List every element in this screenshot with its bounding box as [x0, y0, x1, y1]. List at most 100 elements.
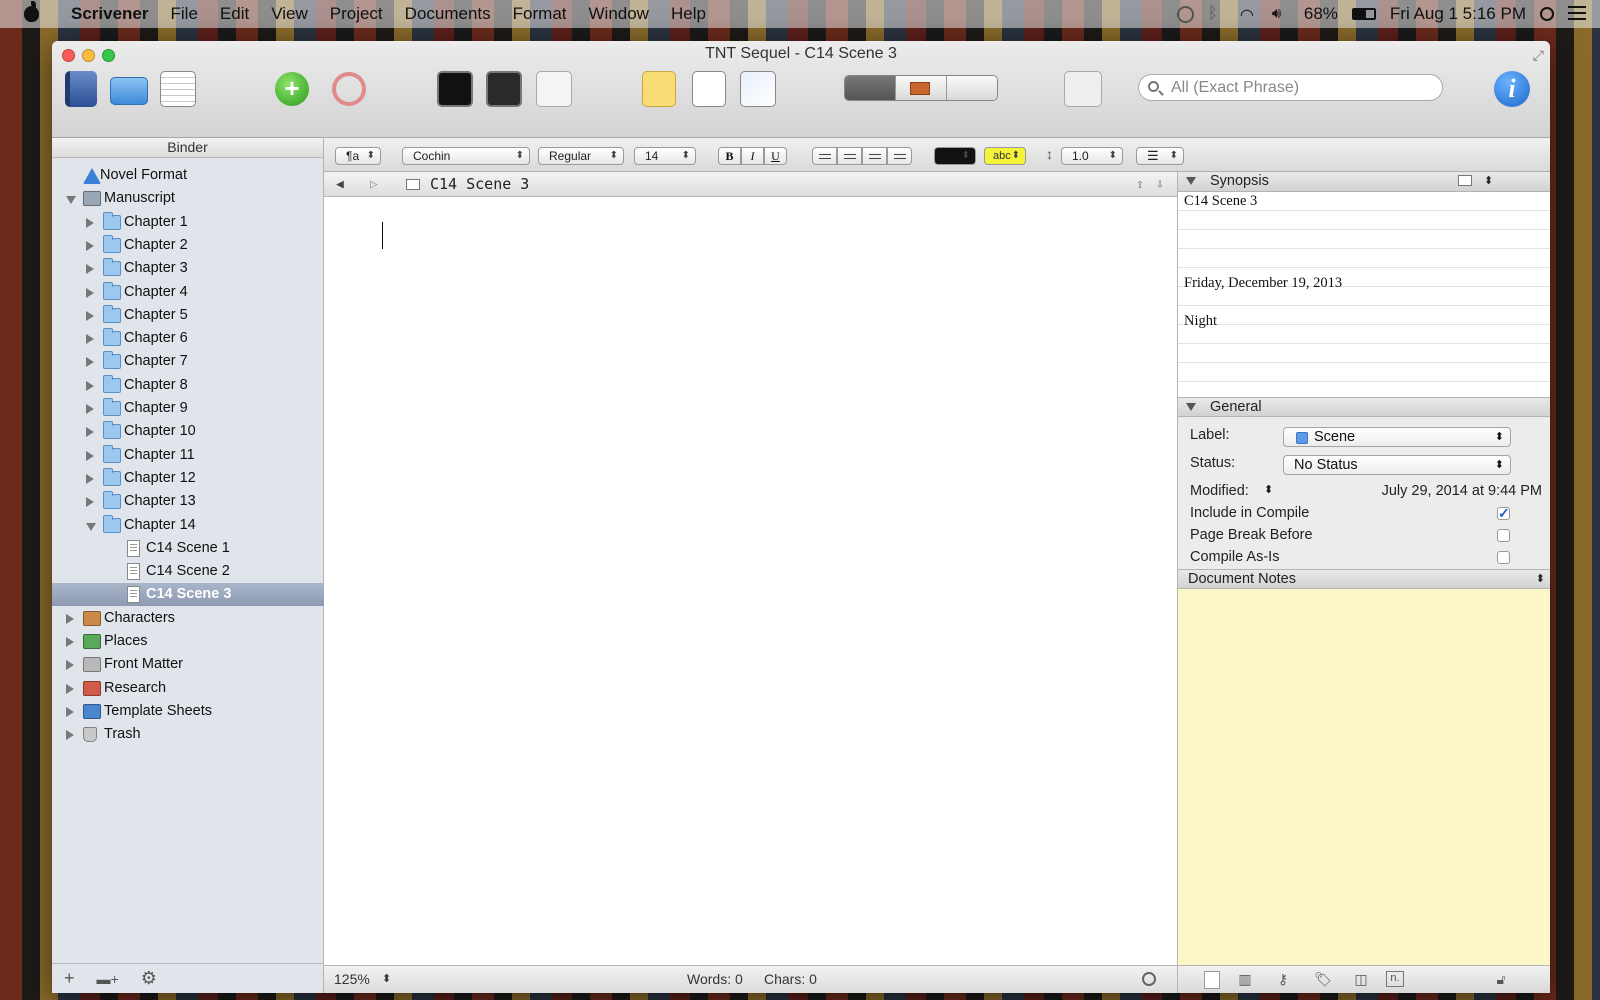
- binder-settings-gear-icon[interactable]: ⚙︎: [141, 968, 157, 989]
- corkboard-view-button[interactable]: [895, 76, 946, 100]
- disclosure-triangle-icon[interactable]: [86, 310, 94, 321]
- status-popup[interactable]: No Status: [1283, 455, 1511, 475]
- binder-item-chapter-11[interactable]: Chapter 11: [52, 444, 324, 467]
- fullscreen-icon[interactable]: ⤢: [1533, 47, 1544, 64]
- delete-document-button[interactable]: [332, 72, 366, 106]
- editor-document-title[interactable]: C14 Scene 3: [430, 172, 529, 197]
- bold-button[interactable]: B: [718, 147, 741, 165]
- back-arrow-icon[interactable]: ◀: [336, 172, 344, 197]
- snapshots-tab-icon[interactable]: ◫: [1350, 971, 1372, 989]
- time-machine-icon[interactable]: [1176, 5, 1194, 23]
- collections-folder-icon[interactable]: [110, 77, 148, 105]
- synopsis-stepper-icon[interactable]: ⬍: [1484, 172, 1493, 190]
- compile-as-is-checkbox[interactable]: [1497, 551, 1510, 564]
- menu-documents[interactable]: Documents: [394, 4, 502, 24]
- disclosure-triangle-icon[interactable]: [66, 730, 74, 741]
- menu-file[interactable]: File: [160, 4, 209, 24]
- menu-format[interactable]: Format: [502, 4, 578, 24]
- keywords-tab-icon[interactable]: ⚷: [1272, 971, 1294, 989]
- view-mode-icon[interactable]: [160, 71, 196, 107]
- disclosure-triangle-icon[interactable]: [66, 683, 74, 694]
- menu-window[interactable]: Window: [578, 4, 660, 24]
- apple-menu-icon[interactable]: [18, 0, 44, 28]
- line-spacing-popup[interactable]: 1.0: [1061, 147, 1123, 165]
- binder-item-chapter-7[interactable]: Chapter 7: [52, 350, 324, 373]
- disclosure-triangle-icon[interactable]: [86, 473, 94, 484]
- binder-item-places[interactable]: Places: [52, 630, 324, 653]
- menu-view[interactable]: View: [260, 4, 319, 24]
- binder-item-chapter-1[interactable]: Chapter 1: [52, 211, 324, 234]
- menu-project[interactable]: Project: [319, 4, 394, 24]
- align-left-button[interactable]: [812, 147, 837, 165]
- menu-edit[interactable]: Edit: [209, 4, 260, 24]
- binder-item-trash[interactable]: Trash: [52, 723, 324, 746]
- notification-center-icon[interactable]: [1568, 6, 1586, 22]
- lock-icon[interactable]: 🔓︎: [1490, 971, 1512, 989]
- general-header[interactable]: General: [1178, 397, 1550, 417]
- disclosure-triangle-icon[interactable]: [86, 357, 94, 368]
- binder-item-chapter-14[interactable]: Chapter 14: [52, 514, 324, 537]
- binder-item-c14-scene-2[interactable]: C14 Scene 2: [52, 560, 324, 583]
- add-document-button[interactable]: +: [275, 72, 309, 106]
- disclosure-triangle-icon[interactable]: [66, 613, 74, 624]
- binder-item-template-sheets[interactable]: Template Sheets: [52, 700, 324, 723]
- menubar-clock[interactable]: Fri Aug 1 5:16 PM: [1390, 4, 1526, 24]
- next-document-icon[interactable]: ⇩: [1156, 172, 1164, 197]
- notes-tab-icon[interactable]: [1204, 971, 1220, 989]
- disclosure-triangle-icon[interactable]: [86, 404, 94, 414]
- binder-item-research[interactable]: Research: [52, 677, 324, 700]
- binder-item-chapter-3[interactable]: Chapter 3: [52, 257, 324, 280]
- project-search-field[interactable]: All (Exact Phrase): [1138, 74, 1443, 101]
- font-size-popup[interactable]: 14: [634, 147, 696, 165]
- binder-item-chapter-13[interactable]: Chapter 13: [52, 490, 324, 513]
- text-color-well[interactable]: [934, 147, 976, 165]
- document-notes-header[interactable]: Document Notes ⬍: [1178, 569, 1550, 589]
- custom-metadata-tab-icon[interactable]: 🏷︎: [1312, 971, 1334, 989]
- notes-stepper-icon[interactable]: ⬍: [1536, 570, 1545, 588]
- compile-icon[interactable]: [740, 71, 776, 107]
- disclosure-triangle-icon[interactable]: [86, 380, 94, 391]
- disclosure-triangle-icon[interactable]: [86, 264, 94, 275]
- previous-document-icon[interactable]: ⇧: [1136, 172, 1144, 197]
- disclosure-triangle-icon[interactable]: [86, 450, 94, 461]
- binder-item-c14-scene-3[interactable]: C14 Scene 3: [52, 583, 324, 607]
- binder-item-chapter-6[interactable]: Chapter 6: [52, 327, 324, 350]
- spotlight-search-icon[interactable]: [1540, 7, 1554, 21]
- scrivenings-view-button[interactable]: [845, 76, 895, 100]
- underline-button[interactable]: U: [764, 147, 787, 165]
- binder-item-chapter-2[interactable]: Chapter 2: [52, 234, 324, 257]
- outliner-view-button[interactable]: [946, 76, 997, 100]
- binder-toggle-icon[interactable]: [65, 71, 97, 107]
- inspector-toggle-button[interactable]: i: [1494, 71, 1530, 107]
- include-in-compile-checkbox[interactable]: ✓: [1497, 506, 1510, 520]
- edit-scrivenings-button[interactable]: [536, 71, 572, 107]
- font-weight-popup[interactable]: Regular: [538, 147, 624, 165]
- disclosure-triangle-icon[interactable]: [86, 287, 94, 298]
- disclosure-triangle-icon[interactable]: [86, 427, 94, 438]
- disclosure-triangle-icon[interactable]: [66, 637, 74, 647]
- disclosure-triangle-icon[interactable]: [66, 660, 74, 671]
- binder-item-chapter-10[interactable]: Chapter 10: [52, 420, 324, 443]
- text-editor[interactable]: [324, 197, 1177, 965]
- font-family-popup[interactable]: Cochin: [402, 147, 530, 165]
- modified-stepper-icon[interactable]: ⬍: [1264, 483, 1273, 496]
- binder-item-novel-format[interactable]: Novel Format: [52, 164, 324, 187]
- forward-arrow-icon[interactable]: ▷: [370, 172, 378, 197]
- menu-help[interactable]: Help: [660, 4, 717, 24]
- italic-button[interactable]: I: [741, 147, 764, 165]
- comments-tab-icon[interactable]: n.: [1386, 971, 1404, 987]
- add-item-button[interactable]: +: [64, 968, 75, 989]
- binder-item-front-matter[interactable]: Front Matter: [52, 653, 324, 676]
- paragraph-style-popup[interactable]: ¶a: [335, 147, 381, 165]
- general-collapse-icon[interactable]: [1186, 403, 1196, 411]
- synopsis-image-toggle-icon[interactable]: [1458, 175, 1472, 186]
- align-center-button[interactable]: [837, 147, 862, 165]
- references-tab-icon[interactable]: ▥: [1234, 971, 1256, 989]
- battery-icon[interactable]: [1351, 8, 1376, 20]
- binder-item-chapter-4[interactable]: Chapter 4: [52, 281, 324, 304]
- binder-item-characters[interactable]: Characters: [52, 607, 324, 630]
- search-options-icon[interactable]: [1064, 71, 1102, 107]
- binder-item-manuscript[interactable]: Manuscript: [52, 187, 324, 210]
- disclosure-triangle-icon[interactable]: [66, 196, 76, 205]
- menu-app-name[interactable]: Scrivener: [60, 4, 160, 24]
